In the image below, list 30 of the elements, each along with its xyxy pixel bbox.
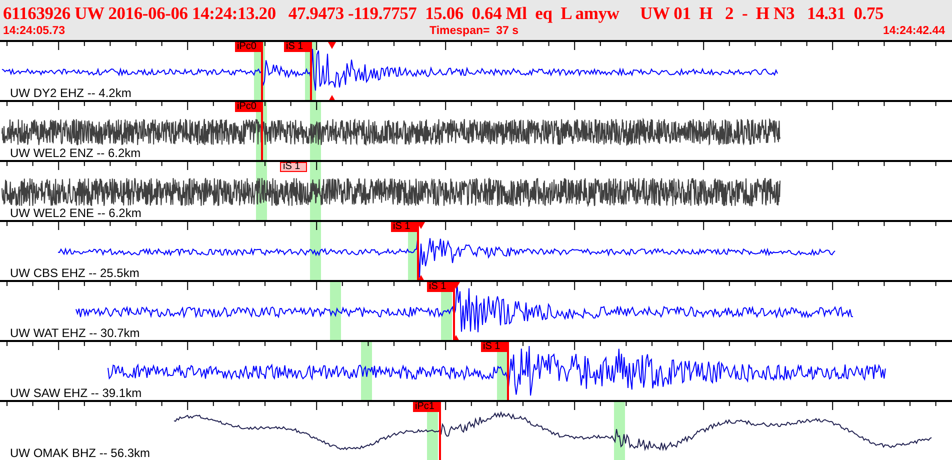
start-time: 14:24:05.73 xyxy=(3,24,66,38)
pick-marker-icon xyxy=(417,222,425,229)
pick-label[interactable]: iS 1 xyxy=(284,42,311,52)
pick-marker-icon xyxy=(328,42,336,49)
pick-line xyxy=(439,402,441,460)
pick-label[interactable]: iPc0 xyxy=(235,42,262,52)
pick-window xyxy=(614,402,625,460)
pick-line xyxy=(417,222,419,282)
pick-line xyxy=(310,42,312,102)
channel-label: UW DY2 EHZ -- 4.2km xyxy=(10,87,132,100)
pick-marker-icon xyxy=(417,275,425,282)
channel-label: UW OMAK BHZ -- 56.3km xyxy=(10,447,150,460)
pick-window xyxy=(361,342,372,402)
channel-label: UW WEL2 ENZ -- 6.2km xyxy=(10,147,141,160)
timespan: Timespan= 37 s xyxy=(430,24,518,38)
end-time: 14:24:42.44 xyxy=(882,24,945,38)
channel-label: UW CBS EHZ -- 25.5km xyxy=(10,267,140,280)
pick-line xyxy=(507,342,509,402)
pick-marker-icon xyxy=(452,335,460,342)
event-summary: 61163926 UW 2016-06-06 14:24:13.20 47.9473 -119.7757 15.06 0.64 Ml eq L amyw UW 01 H 2 - H N3 14.31 0.75 xyxy=(3,2,885,24)
pick-label[interactable]: iPc1 xyxy=(413,402,440,412)
pick-label[interactable]: iS 1 xyxy=(481,342,508,352)
channel-label: UW WAT EHZ -- 30.7km xyxy=(10,327,140,340)
channel-label: UW WEL2 ENE -- 6.2km xyxy=(10,207,142,220)
pick-window xyxy=(330,282,341,342)
pick-window xyxy=(310,222,321,282)
pick-label[interactable]: iPc0 xyxy=(235,102,262,112)
pick-marker-icon xyxy=(328,95,336,102)
channel-label: UW SAW EHZ -- 39.1km xyxy=(10,387,142,400)
pick-label[interactable]: iS 1 xyxy=(280,162,307,172)
